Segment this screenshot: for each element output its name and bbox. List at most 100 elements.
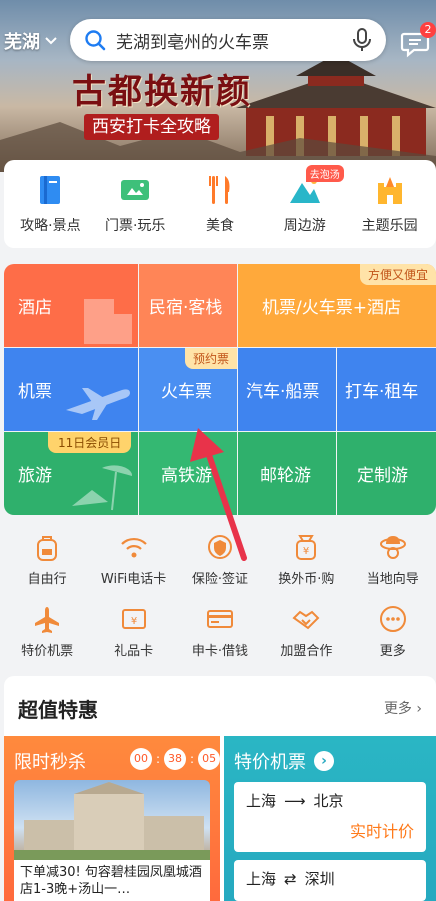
homestay-tile[interactable]: 民宿·客栈 — [139, 264, 237, 347]
service-label: 申卡·借钱 — [191, 644, 249, 659]
timer-seconds: 05 — [198, 748, 221, 770]
quick-nav-guide[interactable]: 攻略·景点 — [9, 173, 91, 235]
cheap-flights-card[interactable]: 特价机票 › 上海 ⟶ 北京 实时计价 上海 ⇄ 深圳 — [224, 736, 436, 901]
city-selector[interactable]: 芜湖 — [4, 28, 58, 54]
service-partnership[interactable]: 加盟合作 — [263, 604, 349, 659]
flash-sale-description: 下单减30! 句容碧桂园凤凰城酒店1-3晚+汤山一… — [14, 860, 210, 901]
quick-nav-label: 周边游 — [283, 218, 326, 234]
route-to: 深圳 — [304, 870, 335, 888]
guide-book-icon — [40, 176, 61, 204]
service-gift-card[interactable]: ¥ 礼品卡 — [91, 604, 177, 659]
backpack-icon — [37, 536, 58, 561]
service-insurance-visa[interactable]: 保险·签证 — [177, 532, 263, 587]
flash-sale-card[interactable]: 限时秒杀 00 : 38 : 05 下单减30! 句容碧桂园凤凰城酒店1-3晚+… — [4, 736, 221, 901]
ticket-icon — [121, 180, 150, 200]
castle-icon — [377, 177, 402, 204]
member-day-tag: 11日会员日 — [48, 432, 132, 453]
service-free-travel[interactable]: 自由行 — [4, 532, 90, 587]
route-from: 上海 — [246, 792, 277, 810]
quick-nav-label: 主题乐园 — [361, 218, 418, 234]
flight-train-hotel-tile[interactable]: 方便又便宜 机票/火车票+酒店 — [238, 264, 436, 347]
hotel-photo — [14, 780, 210, 860]
service-local-guide[interactable]: 当地向导 — [350, 532, 436, 587]
flight-route[interactable]: 上海 ⟶ 北京 实时计价 — [234, 782, 426, 852]
service-credit-card[interactable]: 申卡·借钱 — [177, 604, 263, 659]
currency-bag-icon: ¥ — [296, 535, 317, 560]
service-label: 礼品卡 — [114, 644, 154, 659]
quick-nav-label: 攻略·景点 — [20, 218, 81, 234]
quick-nav-label: 美食 — [205, 218, 234, 234]
quick-nav-label: 门票·玩乐 — [104, 218, 166, 234]
taxi-rental-label: 打车·租车 — [345, 382, 419, 402]
hotel-label: 酒店 — [18, 298, 52, 318]
banner-subtitle: 西安打卡全攻略 — [84, 114, 219, 140]
bargain-tag: 方便又便宜 — [359, 264, 436, 285]
guide-hat-icon — [379, 536, 406, 559]
airplane-icon — [66, 388, 130, 420]
flight-tile[interactable]: 机票 — [4, 348, 138, 431]
deals-title: 超值特惠 — [18, 698, 98, 722]
homestay-label: 民宿·客栈 — [149, 298, 223, 318]
one-way-arrow-icon: ⟶ — [284, 791, 306, 810]
message-badge: 2 — [420, 22, 436, 38]
service-label: 加盟合作 — [280, 644, 333, 659]
quick-nav-food[interactable]: 美食 — [179, 173, 261, 235]
route-price: 实时计价 — [349, 822, 414, 841]
custom-tour-label: 定制游 — [357, 466, 408, 486]
train-tile[interactable]: 预约票 火车票 — [139, 348, 237, 431]
route-from: 上海 — [246, 870, 277, 888]
flash-sale-title: 限时秒杀 — [14, 752, 86, 773]
bus-ship-tile[interactable]: 汽车·船票 — [238, 348, 336, 431]
custom-tour-tile[interactable]: 定制游 — [337, 432, 436, 515]
search-icon — [85, 30, 106, 51]
service-cheap-flights[interactable]: 特价机票 — [4, 604, 90, 659]
travel-tile[interactable]: 11日会员日 旅游 — [4, 432, 138, 515]
gift-card-icon: ¥ — [121, 609, 146, 629]
message-button[interactable]: 2 — [400, 22, 436, 60]
hotel-tile[interactable]: 酒店 — [4, 264, 138, 347]
cruise-tile[interactable]: 邮轮游 — [238, 432, 336, 515]
beach-chair-icon — [72, 465, 133, 511]
service-label: 自由行 — [27, 572, 67, 587]
cruise-label: 邮轮游 — [260, 466, 311, 486]
shield-globe-icon — [207, 535, 232, 559]
search-input[interactable]: 芜湖到亳州的火车票 — [116, 28, 352, 53]
deals-section: 超值特惠 更多 › 限时秒杀 00 : 38 : 05 下单减30! 句容碧桂园… — [4, 676, 436, 901]
service-label: WiFi电话卡 — [100, 572, 167, 587]
flight-train-hotel-label: 机票/火车票+酒店 — [262, 298, 401, 318]
quick-nav: 攻略·景点 门票·玩乐 美食 去泡汤 周边游 主题乐园 — [4, 160, 436, 248]
service-label: 特价机票 — [21, 644, 74, 659]
nearby-tag: 去泡汤 — [305, 165, 344, 182]
round-trip-arrow-icon: ⇄ — [284, 869, 297, 888]
banner-title: 古都换新颜 — [72, 72, 252, 112]
travel-label: 旅游 — [18, 466, 52, 486]
route-to: 北京 — [313, 792, 344, 810]
bus-ship-label: 汽车·船票 — [246, 382, 320, 402]
service-label: 更多 — [379, 644, 406, 659]
quick-nav-nearby[interactable]: 去泡汤 周边游 — [264, 165, 346, 235]
service-currency[interactable]: ¥ 换外币·购 — [263, 532, 349, 587]
microphone-icon[interactable] — [352, 28, 372, 52]
credit-card-icon — [206, 610, 233, 628]
high-speed-label: 高铁游 — [161, 466, 212, 486]
city-name: 芜湖 — [4, 32, 40, 53]
quick-nav-theme-park[interactable]: 主题乐园 — [349, 173, 431, 235]
service-label: 保险·签证 — [191, 572, 249, 587]
airplane-icon — [35, 607, 60, 633]
quick-nav-tickets[interactable]: 门票·玩乐 — [94, 173, 176, 235]
flight-label: 机票 — [18, 382, 52, 402]
flight-route[interactable]: 上海 ⇄ 深圳 — [234, 860, 426, 901]
more-dots-icon — [379, 606, 406, 632]
search-bar[interactable]: 芜湖到亳州的火车票 — [70, 19, 386, 61]
deals-more-link[interactable]: 更多 › — [384, 698, 422, 718]
hotel-building-image — [14, 782, 210, 860]
countdown-timer: 00 : 38 : 05 — [130, 748, 221, 770]
taxi-rental-tile[interactable]: 打车·租车 — [337, 348, 436, 431]
timer-minutes: 38 — [164, 748, 187, 770]
high-speed-tile[interactable]: 高铁游 — [139, 432, 237, 515]
service-wifi[interactable]: WiFi电话卡 — [91, 532, 177, 587]
chevron-right-icon: › — [416, 701, 422, 717]
service-more[interactable]: 更多 — [350, 604, 436, 659]
service-label: 当地向导 — [366, 572, 419, 587]
handshake-icon — [292, 610, 320, 630]
